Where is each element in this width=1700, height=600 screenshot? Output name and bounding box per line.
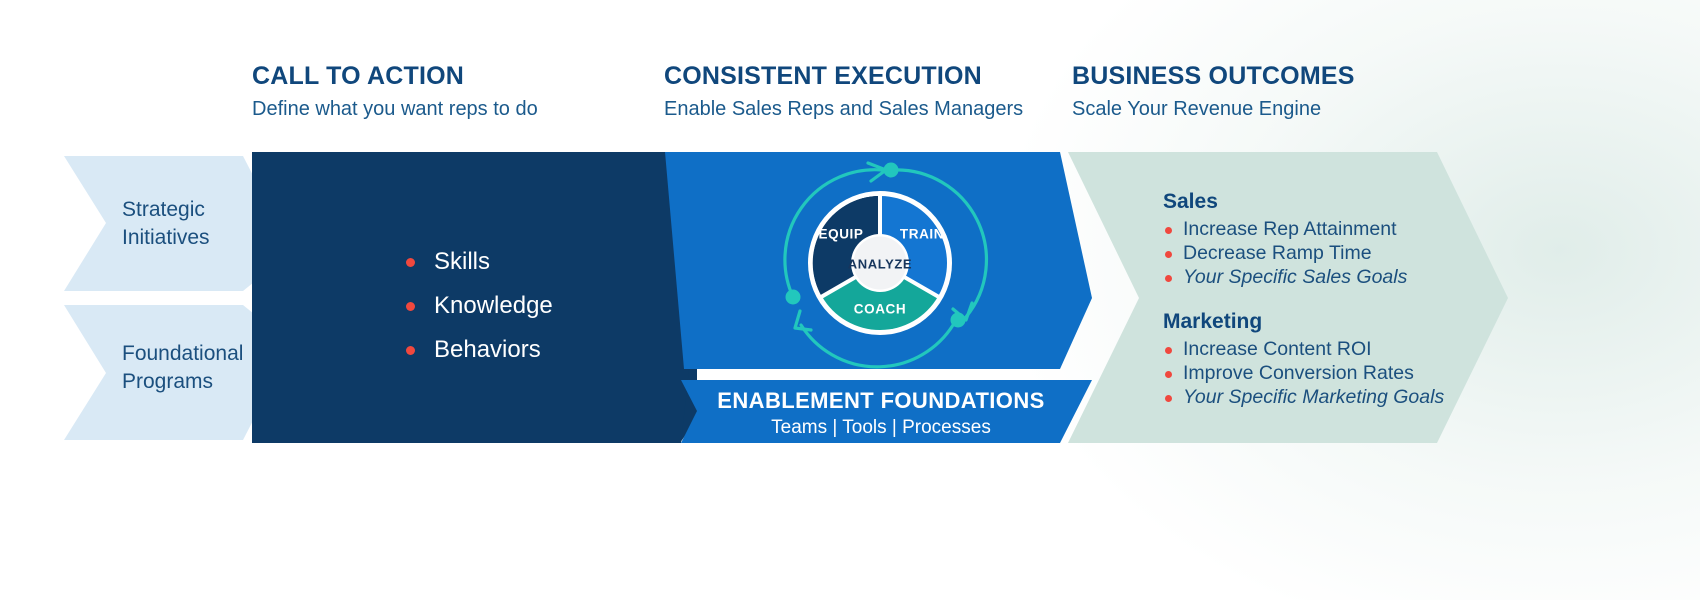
wheel-label-analyze: ANALYZE xyxy=(847,256,913,272)
outcome-list: Increase Rep Attainment Decrease Ramp Ti… xyxy=(1163,218,1407,289)
flow-dot-right xyxy=(950,312,966,328)
diagram-canvas: CALL TO ACTION Define what you want reps… xyxy=(0,0,1700,600)
list-item: Increase Content ROI xyxy=(1163,338,1444,362)
list-item: Skills xyxy=(400,250,553,274)
flow-dot-top xyxy=(883,162,899,178)
outcome-heading: Sales xyxy=(1163,190,1218,213)
wheel-label-coach: COACH xyxy=(853,301,907,317)
input-label-line2: Initiatives xyxy=(122,226,210,250)
list-item: Increase Rep Attainment xyxy=(1163,218,1407,242)
input-label-line2: Programs xyxy=(122,370,214,394)
list-item: Behaviors xyxy=(400,338,553,362)
outcome-group-marketing: Marketing Increase Content ROI Improve C… xyxy=(1163,310,1444,409)
enablement-foundations-subtitle: Teams | Tools | Processes xyxy=(771,417,991,438)
enablement-foundations-text: ENABLEMENT FOUNDATIONS Teams | Tools | P… xyxy=(681,388,1081,439)
wheel-label-train: TRAIN xyxy=(899,226,945,242)
input-label-foundational-programs: Foundational Programs xyxy=(122,340,243,397)
input-label-strategic-initiatives: Strategic Initiatives xyxy=(122,196,210,253)
outcome-heading: Marketing xyxy=(1163,310,1263,333)
list-item: Decrease Ramp Time xyxy=(1163,242,1407,266)
enablement-foundations-title: ENABLEMENT FOUNDATIONS xyxy=(717,388,1045,413)
list-item: Your Specific Sales Goals xyxy=(1163,266,1407,290)
outcome-group-sales: Sales Increase Rep Attainment Decrease R… xyxy=(1163,190,1407,289)
list-item: Your Specific Marketing Goals xyxy=(1163,386,1444,410)
input-label-line1: Strategic xyxy=(122,198,205,221)
outcome-list: Increase Content ROI Improve Conversion … xyxy=(1163,338,1444,409)
input-label-line1: Foundational xyxy=(122,342,244,365)
call-to-action-list: Skills Knowledge Behaviors xyxy=(400,250,553,362)
process-flow-graphic xyxy=(64,152,1508,443)
list-item: Improve Conversion Rates xyxy=(1163,362,1444,386)
wheel-label-equip: EQUIP xyxy=(818,226,864,242)
list-item: Knowledge xyxy=(400,294,553,318)
flow-dot-left xyxy=(785,289,801,305)
